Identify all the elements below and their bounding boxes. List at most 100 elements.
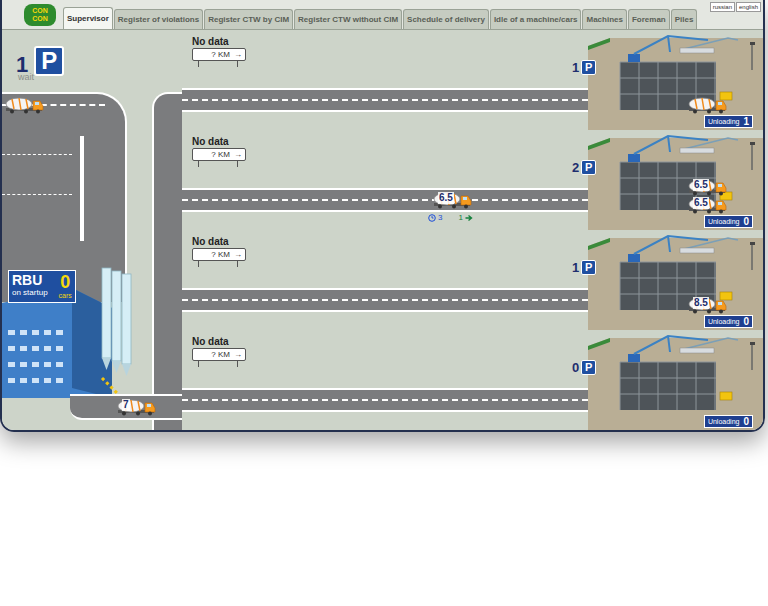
plant-badge: RBUon startup0cars (8, 270, 76, 303)
construction-site[interactable]: 0PUnloading0 (588, 330, 763, 430)
mixer-truck[interactable]: 8.5 (687, 296, 727, 314)
unloading-count: 1 (743, 116, 749, 127)
delivery-lane: No data? KM→1PUnloading1 (182, 30, 763, 130)
unloading-count: 0 (743, 316, 749, 327)
delivery-lane: No data? KM→6.5312P6.56.5Unloading0 (182, 130, 763, 230)
unloading-badge: Unloading0 (704, 315, 753, 328)
site-parked-count: 0 (572, 361, 579, 374)
unloading-badge: Unloading0 (704, 215, 753, 228)
parking-icon: P (581, 160, 596, 175)
construction-site[interactable]: 1PUnloading1 (588, 30, 763, 130)
mixer-truck[interactable]: 7 (116, 398, 156, 416)
truck-load: 6.5 (438, 192, 454, 204)
construction-site[interactable]: 2P6.56.5Unloading0 (588, 130, 763, 230)
sign-distance: ? KM (211, 349, 230, 360)
delivery-lane: No data? KM→0PUnloading0 (182, 330, 763, 430)
mixer-truck[interactable]: 6.5 (687, 178, 727, 196)
unloading-label: Unloading (708, 217, 740, 227)
site-parking: 2P (572, 160, 596, 175)
site-trucks: 6.5 6.5 (687, 178, 727, 214)
logo: CONCON (24, 4, 56, 26)
site-trucks (687, 96, 727, 114)
tab[interactable]: Register CTW without CIM (294, 9, 402, 29)
mixer-truck-icon (687, 96, 727, 114)
sign-arrow: → (234, 149, 242, 160)
lane-road (182, 88, 588, 112)
distance-sign: No data? KM→ (192, 136, 588, 167)
tab-bar: SupervisorRegister of violationsRegister… (63, 7, 697, 29)
mixer-truck[interactable]: 6.5 (432, 191, 472, 209)
tab[interactable]: Register CTW by CIM (204, 9, 293, 29)
parking-header: 1P (16, 46, 64, 76)
app-window: CONCONSupervisorRegister of violationsRe… (0, 0, 765, 432)
sign-title: No data (192, 336, 229, 348)
language-switch: russianenglish (710, 2, 761, 12)
unloading-label: Unloading (708, 317, 740, 327)
truck-load: 6.5 (693, 197, 709, 209)
truck-info: 31 (428, 213, 473, 223)
sign-distance: ? KM (211, 49, 230, 60)
mixer-truck[interactable]: 6.5 (687, 196, 727, 214)
queue-count: 1 (458, 213, 462, 223)
tab[interactable]: Piles (671, 9, 698, 29)
unloading-label: Unloading (708, 117, 740, 127)
parking-icon: P (581, 60, 596, 75)
distance-sign: No data? KM → (192, 236, 588, 267)
sign-title: No data (192, 236, 229, 248)
site-parking: 1P (572, 260, 596, 275)
site-parked-count: 1 (572, 261, 579, 274)
site-parked-count: 2 (572, 161, 579, 174)
language-button[interactable]: english (736, 2, 761, 12)
parking-icon: P (581, 360, 596, 375)
plant-car-unit: cars (59, 291, 72, 300)
parking-icon: P (581, 260, 596, 275)
supervisor-canvas: 1PwaitRBUon startup0cars7No data? KM→1PU… (2, 30, 763, 430)
sign-arrow: → (234, 349, 242, 360)
plant-car-count: 0 (60, 273, 70, 291)
parking-icon: P (34, 46, 64, 76)
tab[interactable]: Register of violations (114, 9, 203, 29)
yard: 1PwaitRBUon startup0cars7 (2, 30, 182, 430)
lane-road (182, 388, 588, 412)
sign-distance: ? KM (211, 249, 230, 260)
sign-title: No data (192, 36, 229, 48)
tab[interactable]: Supervisor (63, 7, 113, 29)
distance-sign: No data? KM → (192, 36, 588, 67)
lanes: No data? KM→1PUnloading1No data? KM→6.53… (182, 30, 763, 430)
tab[interactable]: Foreman (628, 9, 670, 29)
language-button[interactable]: russian (710, 2, 735, 12)
mixer-truck[interactable] (4, 96, 44, 114)
mixer-truck-icon (4, 96, 44, 114)
lane-road: 6.531 (182, 188, 588, 212)
lane-road (182, 288, 588, 312)
sign-arrow: → (234, 249, 242, 260)
top-bar: CONCONSupervisorRegister of violationsRe… (2, 0, 763, 30)
construction-site[interactable]: 1P8.5Unloading0 (588, 230, 763, 330)
tab[interactable]: Idle of a machine/cars (490, 9, 582, 29)
plant-status: on startup (12, 288, 48, 298)
direction-arrow-icon (465, 214, 473, 222)
delivery-lane: No data? KM → 1P 8.5 Unloading0 (182, 230, 763, 330)
truck-load: 8.5 (693, 297, 709, 309)
tab[interactable]: Schedule of delivery (403, 9, 489, 29)
mixer-truck[interactable] (687, 96, 727, 114)
wait-time: 3 (438, 213, 442, 223)
sign-arrow: → (234, 49, 242, 60)
truck-load: 7 (122, 399, 130, 411)
unloading-badge: Unloading0 (704, 415, 753, 428)
site-parking: 0P (572, 360, 596, 375)
waiting-label: wait (18, 72, 34, 83)
truck-load: 6.5 (693, 179, 709, 191)
clock-icon (428, 214, 436, 222)
page: CONCONSupervisorRegister of violationsRe… (0, 0, 768, 606)
main-road (152, 92, 182, 430)
site-trucks: 8.5 (687, 296, 727, 314)
distance-sign: No data? KM → (192, 336, 588, 367)
sign-title: No data (192, 136, 229, 148)
unloading-label: Unloading (708, 417, 740, 427)
unloading-badge: Unloading1 (704, 115, 753, 128)
site-parking: 1P (572, 60, 596, 75)
unloading-count: 0 (743, 216, 749, 227)
site-parked-count: 1 (572, 61, 579, 74)
tab[interactable]: Machines (582, 9, 626, 29)
